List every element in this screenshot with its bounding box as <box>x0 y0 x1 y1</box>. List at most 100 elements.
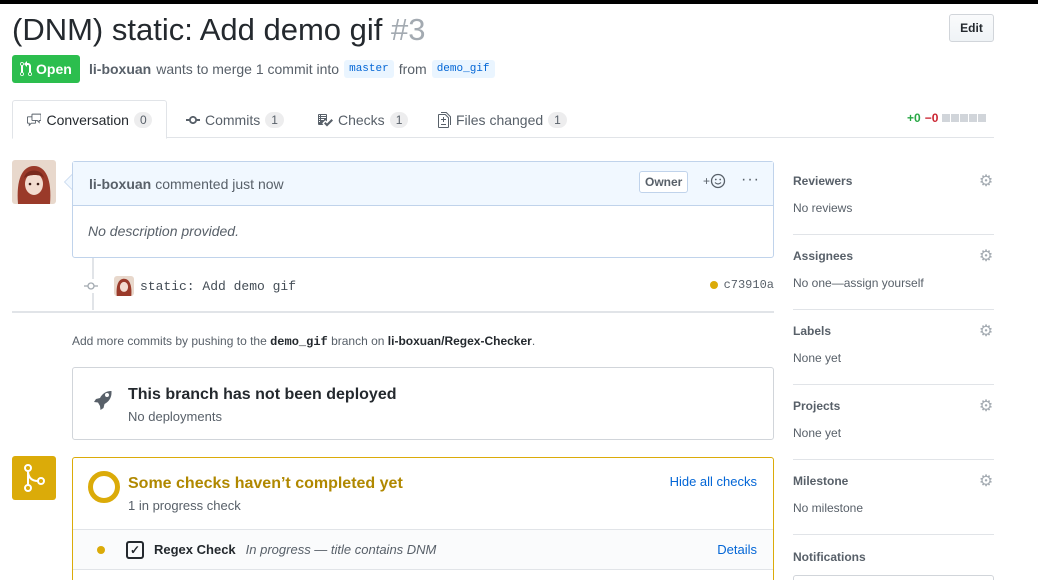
hide-all-checks-link[interactable]: Hide all checks <box>670 474 757 489</box>
rocket-icon <box>91 388 115 412</box>
check-description: In progress — title contains DNM <box>245 542 437 557</box>
avatar[interactable] <box>12 160 56 204</box>
check-details-link[interactable]: Details <box>717 542 757 557</box>
kebab-icon[interactable]: ··· <box>741 171 760 189</box>
pr-description-comment: li-boxuan commented just now Owner + ···… <box>72 161 774 258</box>
comment-action[interactable]: commented just now <box>155 176 283 192</box>
gear-icon[interactable]: ⚙ <box>978 324 994 340</box>
tab-files-changed[interactable]: Files changed 1 <box>424 100 581 139</box>
git-merge-icon <box>12 456 56 500</box>
tab-bar: Conversation 0 Commits 1 Checks 1 Files … <box>12 100 994 139</box>
diffstat-additions: +0 <box>907 111 921 125</box>
comment-header: li-boxuan commented just now Owner + ··· <box>73 162 773 206</box>
author-link[interactable]: li-boxuan <box>89 61 151 77</box>
tab-label: Conversation <box>46 111 129 128</box>
commit-icon <box>84 279 98 293</box>
sidebar-labels[interactable]: Labels None yet ⚙ <box>793 310 994 385</box>
file-diff-icon <box>438 111 451 128</box>
git-pull-request-icon <box>20 61 32 77</box>
sidebar-heading: Milestone <box>793 474 849 488</box>
sidebar-notifications-heading: Notifications <box>793 550 866 564</box>
smiley-icon: + <box>703 173 726 189</box>
sidebar-value: No reviews <box>793 201 853 215</box>
avatar-image <box>12 160 56 204</box>
page-title: (DNM) static: Add demo gif #3 <box>12 12 426 48</box>
gear-icon[interactable]: ⚙ <box>978 399 994 415</box>
commit-sha-link[interactable]: c73910a <box>709 278 774 292</box>
diffstat-block <box>942 114 951 122</box>
comment-author[interactable]: li-boxuan <box>89 176 151 192</box>
from-text: from <box>398 61 427 77</box>
tab-counter: 0 <box>133 111 152 128</box>
tab-conversation[interactable]: Conversation 0 <box>12 100 167 139</box>
owner-badge: Owner <box>639 171 689 193</box>
comment-caret-inner <box>65 175 72 189</box>
svg-text:+: + <box>703 174 710 188</box>
tab-counter: 1 <box>548 111 567 128</box>
diffstat-block <box>960 114 969 122</box>
checks-subtitle: 1 in progress check <box>128 498 241 513</box>
sidebar-milestone[interactable]: Milestone No milestone ⚙ <box>793 460 994 535</box>
pr-title: (DNM) static: Add demo gif <box>12 12 383 47</box>
push-note-suffix: . <box>531 334 536 348</box>
status-label: Open <box>36 61 72 77</box>
tab-label: Checks <box>338 111 385 128</box>
tab-checks[interactable]: Checks 1 <box>303 100 422 139</box>
commit-icon <box>186 115 200 124</box>
merge-text: wants to merge 1 commit into <box>156 61 340 77</box>
diffstat-block <box>951 114 960 122</box>
sidebar-heading: Labels <box>793 324 832 338</box>
sidebar-value: None yet <box>793 351 842 365</box>
deployment-box: This branch has not been deployed No dep… <box>72 367 774 440</box>
sidebar-value[interactable]: No one—assign yourself <box>793 276 924 290</box>
commit-message[interactable]: static: Add demo gif <box>140 279 296 294</box>
sidebar-value: No milestone <box>793 501 864 515</box>
gear-icon[interactable]: ⚙ <box>978 174 994 190</box>
check-app-icon: ✓ <box>126 540 144 559</box>
check-name: Regex Check <box>154 542 236 557</box>
checklist-icon <box>318 113 333 126</box>
gear-icon[interactable]: ⚙ <box>978 474 994 490</box>
sidebar-heading: Assignees <box>793 249 854 263</box>
gear-icon[interactable]: ⚙ <box>978 249 994 265</box>
sidebar: Reviewers No reviews ⚙ Assignees No one—… <box>793 160 994 535</box>
checks-header: Some checks haven’t completed yet 1 in p… <box>73 458 773 530</box>
push-note-prefix: Add more commits by pushing to the <box>72 334 267 348</box>
edit-button[interactable]: Edit <box>949 14 994 42</box>
head-branch[interactable]: demo_gif <box>431 60 495 78</box>
pr-number: #3 <box>391 12 426 47</box>
diffstat-block <box>978 114 987 122</box>
push-note-branch: demo_gif <box>270 335 328 349</box>
pending-status-dot[interactable] <box>709 281 718 289</box>
deploy-subtitle: No deployments <box>128 409 222 424</box>
pending-status-dot <box>97 545 105 554</box>
sidebar-projects[interactable]: Projects None yet ⚙ <box>793 385 994 460</box>
tab-commits[interactable]: Commits 1 <box>172 100 298 139</box>
pr-meta: li-boxuan wants to merge 1 commit into m… <box>89 60 495 78</box>
comment-icon <box>27 113 42 126</box>
checks-title: Some checks haven’t completed yet <box>128 475 403 492</box>
diffstat-block <box>969 114 978 122</box>
diffstat: +0 −0 <box>907 111 987 125</box>
add-reaction-button[interactable]: + <box>703 173 727 192</box>
timeline-separator <box>12 311 774 313</box>
diffstat-blocks <box>942 114 987 122</box>
commit-author-avatar[interactable] <box>114 276 134 296</box>
sidebar-reviewers[interactable]: Reviewers No reviews ⚙ <box>793 160 994 235</box>
deploy-title: This branch has not been deployed <box>128 386 397 403</box>
tab-counter: 1 <box>389 111 409 128</box>
tab-label: Files changed <box>456 111 544 128</box>
base-branch[interactable]: master <box>344 60 394 78</box>
push-note-middle: branch on <box>331 334 385 348</box>
status-badge: Open <box>12 55 80 83</box>
commit-sha: c73910a <box>723 278 774 292</box>
top-border <box>0 0 1038 4</box>
push-note-repo[interactable]: li-boxuan/Regex-Checker <box>388 334 532 348</box>
notifications-button[interactable] <box>793 575 994 580</box>
commit-row: static: Add demo gif c73910a <box>84 274 774 298</box>
tab-label: Commits <box>205 111 261 128</box>
sidebar-assignees[interactable]: Assignees No one—assign yourself ⚙ <box>793 235 994 310</box>
diffstat-deletions: −0 <box>924 111 939 125</box>
pending-ring-icon <box>88 471 120 503</box>
comment-body: No description provided. <box>88 223 239 239</box>
